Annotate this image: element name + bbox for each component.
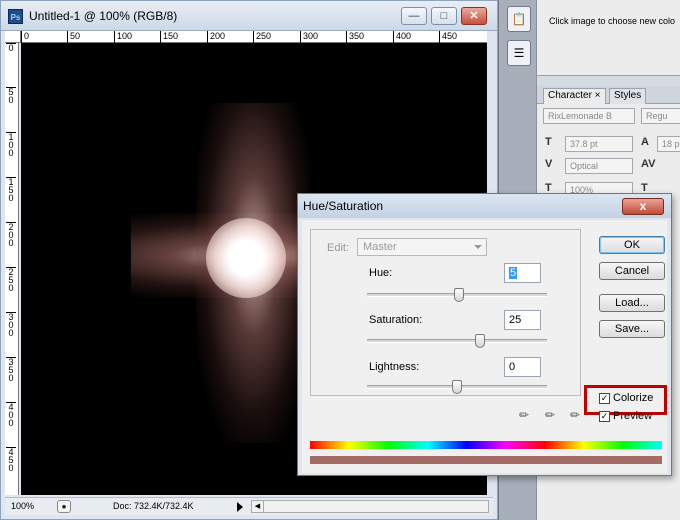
scroll-left-icon[interactable]: ◀ [252, 501, 264, 512]
ruler-tick-label: 400 [393, 31, 411, 43]
font-style-select[interactable]: Regu [641, 108, 680, 124]
preview-checkbox-row[interactable]: ✓ Preview [599, 410, 652, 422]
tab-character-label: Character [548, 90, 592, 101]
hue-slider-thumb[interactable] [453, 288, 464, 302]
horizontal-scrollbar[interactable]: ◀ [251, 500, 489, 513]
ruler-tick-label: 200 [207, 31, 225, 43]
ruler-corner[interactable] [5, 31, 21, 43]
ruler-tick-label: 2 5 0 [6, 267, 16, 293]
kerning-icon: V [545, 158, 553, 170]
lightness-slider-track[interactable] [367, 380, 547, 394]
kerning-select[interactable]: Optical [565, 158, 633, 174]
ruler-tick-label: 100 [114, 31, 132, 43]
ruler-tick-label: 4 0 0 [6, 402, 16, 428]
edit-label: Edit: [327, 242, 350, 254]
status-bar: 100% ● Doc: 732.4K/732.4K ◀ [5, 497, 493, 515]
minimize-button[interactable]: — [401, 7, 427, 25]
chevron-down-icon [474, 245, 482, 249]
font-family-select[interactable]: RixLemonade B [543, 108, 635, 124]
document-size-info: Doc: 732.4K/732.4K [113, 501, 194, 511]
info-hint-text: Click image to choose new colo [549, 16, 676, 26]
colorize-label: Colorize [613, 392, 654, 404]
ruler-tick-label: 150 [160, 31, 178, 43]
status-options-icon[interactable]: ● [57, 500, 71, 513]
preview-checkbox[interactable]: ✓ [599, 410, 610, 422]
tracking-icon: AV [641, 158, 656, 170]
ruler-tick-label: 4 5 0 [6, 447, 16, 473]
output-color-bar [310, 456, 662, 464]
document-titlebar[interactable]: Ps Untitled-1 @ 100% (RGB/8) — □ ✕ [1, 1, 497, 31]
clipboard-icon[interactable]: 📋 [507, 6, 531, 32]
font-size-field[interactable]: 37.8 pt [565, 136, 633, 152]
horizontal-ruler[interactable]: 0 50 100 150 200 250 300 350 400 450 [21, 31, 487, 43]
adjustment-settings-group: Edit: Master Hue: 5 Saturation: 25 Light… [310, 229, 581, 396]
paragraph-panel-icon[interactable]: ☰ [507, 40, 531, 66]
hue-saturation-dialog: Hue/Saturation x Edit: Master Hue: 5 Sat… [297, 193, 672, 476]
lightness-slider-thumb[interactable] [452, 380, 462, 394]
tab-styles[interactable]: Styles [609, 88, 647, 104]
saturation-label: Saturation: [369, 314, 423, 326]
hue-value: 5 [509, 267, 518, 279]
ruler-tick-label: 5 0 [6, 87, 16, 105]
close-button[interactable]: ✕ [461, 7, 487, 25]
ok-button[interactable]: OK [599, 236, 665, 254]
maximize-button[interactable]: □ [431, 7, 457, 25]
dialog-title: Hue/Saturation [303, 199, 384, 213]
eyedropper-minus-icon[interactable]: ✏ [567, 407, 583, 423]
hue-label: Hue: [369, 267, 393, 279]
saturation-slider-track[interactable] [367, 334, 547, 348]
font-size-icon: T [545, 136, 552, 148]
colorize-checkbox-row[interactable]: ✓ Colorize [599, 392, 653, 404]
edit-range-value: Master [363, 241, 397, 253]
photoshop-icon: Ps [8, 9, 23, 24]
ruler-tick-label: 450 [439, 31, 457, 43]
saturation-input[interactable]: 25 [504, 310, 541, 330]
saturation-slider-thumb[interactable] [474, 334, 485, 348]
zoom-level[interactable]: 100% [11, 501, 34, 511]
dialog-titlebar[interactable]: Hue/Saturation x [298, 194, 671, 218]
document-title: Untitled-1 @ 100% (RGB/8) [29, 9, 178, 23]
hue-slider-track[interactable] [367, 288, 547, 302]
edit-range-select[interactable]: Master [357, 238, 487, 256]
ruler-tick-label: 300 [300, 31, 318, 43]
character-panel-tabs: Character × Styles [537, 86, 680, 104]
info-panel: Click image to choose new colo [537, 0, 680, 76]
input-spectrum-bar [310, 441, 662, 449]
ruler-tick-label: 1 0 0 [6, 132, 16, 158]
ruler-tick-label: 0 [6, 43, 16, 53]
ruler-tick-label: 250 [253, 31, 271, 43]
lens-flare-core [206, 218, 286, 298]
save-button[interactable]: Save... [599, 320, 665, 338]
eyedropper-plus-icon[interactable]: ✏ [542, 407, 558, 423]
leading-field[interactable]: 18 p [657, 136, 680, 152]
load-button[interactable]: Load... [599, 294, 665, 312]
dialog-body: Edit: Master Hue: 5 Saturation: 25 Light… [302, 220, 667, 473]
eyedropper-icon[interactable]: ✏ [516, 407, 532, 423]
ruler-tick-label: 1 5 0 [6, 177, 16, 203]
colorize-checkbox[interactable]: ✓ [599, 392, 610, 404]
ruler-tick-label: 3 0 0 [6, 312, 16, 338]
lightness-input[interactable]: 0 [504, 357, 541, 377]
ruler-tick-label: 50 [67, 31, 80, 43]
preview-label: Preview [613, 410, 653, 422]
ruler-tick-label: 2 0 0 [6, 222, 16, 248]
status-menu-arrow-icon[interactable] [237, 502, 243, 512]
cancel-button[interactable]: Cancel [599, 262, 665, 280]
leading-icon: A [641, 136, 649, 148]
dialog-close-button[interactable]: x [622, 198, 664, 215]
hue-input[interactable]: 5 [504, 263, 541, 283]
ruler-tick-label: 350 [346, 31, 364, 43]
ruler-tick-label: 0 [21, 31, 29, 43]
lightness-label: Lightness: [369, 361, 420, 373]
vertical-ruler[interactable]: 0 5 0 1 0 0 1 5 0 2 0 0 2 5 0 3 0 0 3 5 … [5, 43, 19, 495]
ruler-tick-label: 3 5 0 [6, 357, 16, 383]
tab-character[interactable]: Character × [543, 88, 606, 104]
